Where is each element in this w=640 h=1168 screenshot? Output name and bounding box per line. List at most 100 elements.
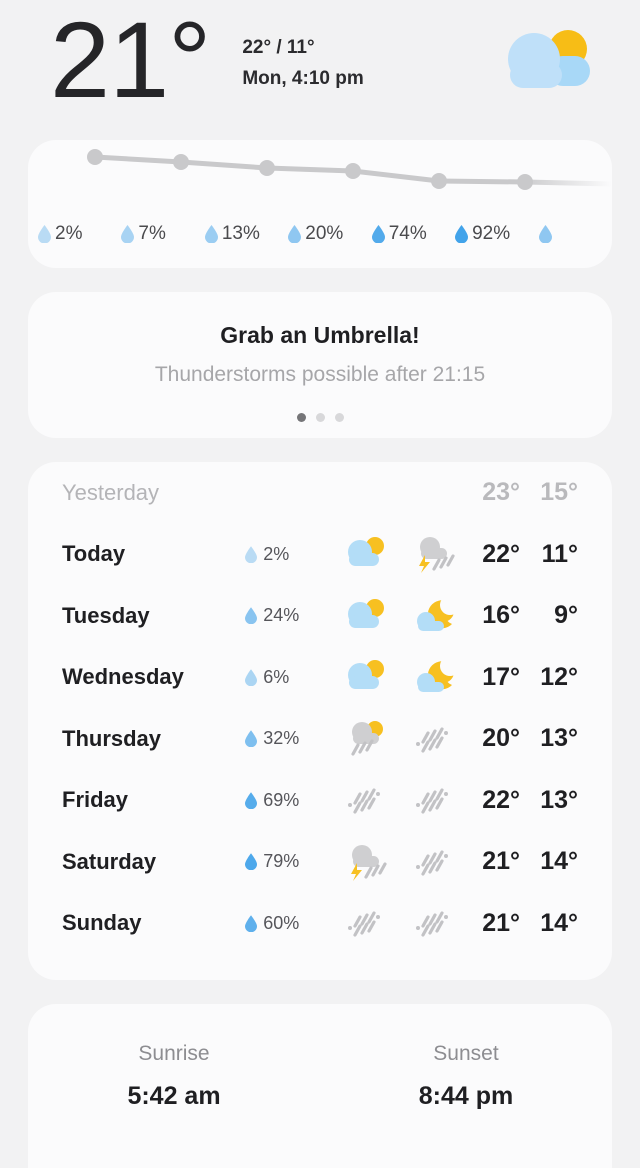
carousel-page-indicator[interactable] [28,387,612,422]
water-drop-icon [245,853,258,871]
rain-icon [416,788,448,814]
water-drop-icon [245,914,258,932]
water-drop-icon [245,791,258,809]
forecast-precipitation-value: 60% [263,912,300,933]
sunset-time: 8:44 pm [418,1082,514,1110]
hourly-precipitation-cell: 2% [28,223,111,245]
forecast-low-temp: 12° [540,662,578,691]
water-drop-icon [245,545,258,563]
sunrise-sunset-card[interactable]: Sunrise 5:42 am Sunset 8:44 pm [28,1004,612,1168]
forecast-precipitation-value: 24% [263,605,300,626]
water-drop-icon [245,607,258,625]
forecast-precipitation-value: 6% [263,666,290,687]
precipitation-value: 74% [388,223,427,244]
hourly-precipitation-cell: 20% [278,223,361,245]
forecast-row[interactable]: Thursday 32% 20° 13° [62,708,578,770]
water-drop-icon [371,225,385,243]
hourly-precipitation-cell [529,225,612,243]
forecast-low-temp: 14° [540,908,578,937]
partly-cloudy-night-icon [417,658,458,693]
forecast-precipitation-value: 2% [263,543,290,564]
water-drop-icon [455,225,469,243]
forecast-day-label: Saturday [62,848,157,874]
forecast-high-temp: 20° [482,724,520,753]
forecast-precipitation-value: 69% [263,789,300,810]
forecast-temperatures: 22° 13° [458,786,578,815]
forecast-condition-icons [342,720,458,758]
forecast-temperatures: 22° 11° [458,540,578,569]
current-summary: 22° / 11° Mon, 4:10 pm [242,32,363,95]
day-and-time: Mon, 4:10 pm [242,68,364,90]
rain-icon [416,850,448,876]
forecast-condition-icons [342,843,458,881]
water-drop-icon [288,225,302,243]
water-drop-icon [121,225,135,243]
rain-icon [348,788,380,814]
thunderstorm-icon [419,537,455,574]
carousel-dot[interactable] [296,413,306,422]
forecast-high-temp: 23° [482,478,520,507]
forecast-row[interactable]: Friday 69% 22° 13° [62,770,578,832]
hourly-precipitation-row: 2% 7% 13% 20% 74% 92% [28,214,612,254]
forecast-row[interactable]: Today 2% 22° 11° [62,524,578,586]
forecast-temperatures: 20° 13° [458,724,578,753]
carousel-dot[interactable] [334,413,344,422]
forecast-high-temp: 17° [482,662,520,691]
hourly-precipitation-cell: 74% [362,223,445,245]
forecast-precipitation: 79% [245,851,342,872]
forecast-high-temp: 16° [482,601,520,630]
forecast-day-label: Wednesday [62,664,184,690]
forecast-day-label: Yesterday [62,479,160,505]
alert-title: Grab an Umbrella! [220,322,420,348]
forecast-precipitation-value: 32% [263,728,300,749]
hourly-precipitation-cell: 92% [445,223,528,245]
forecast-row[interactable]: Yesterday 23° 15° [62,462,578,524]
thunderstorm-icon [351,844,387,881]
forecast-high-temp: 22° [482,785,520,814]
forecast-precipitation: 24% [245,605,342,626]
rain-icon [416,911,448,937]
partly-cloudy-day-icon [348,537,384,567]
hourly-precipitation-cell: 7% [111,223,194,245]
forecast-row[interactable]: Sunday 60% 21° 14° [62,893,578,955]
partly-cloudy-night-icon [417,596,458,631]
forecast-day-label: Today [62,541,126,567]
forecast-precipitation: 60% [245,913,342,934]
forecast-row[interactable]: Wednesday 6% 17° 12° [62,647,578,709]
forecast-low-temp: 11° [541,539,578,568]
forecast-low-temp: 13° [540,785,578,814]
forecast-precipitation: 6% [245,667,342,688]
current-temperature: 21° [50,0,211,120]
high-low-temperature: 22° / 11° [242,37,315,58]
forecast-temperatures: 17° 12° [458,663,578,692]
forecast-low-temp: 14° [540,847,578,876]
precipitation-value: 92% [472,223,511,244]
forecast-temperatures: 23° 15° [458,478,578,507]
rain-icon [348,911,380,937]
forecast-day-label: Thursday [62,725,162,751]
forecast-high-temp: 22° [482,539,520,568]
forecast-condition-icons [342,904,458,942]
forecast-temperatures: 21° 14° [458,847,578,876]
forecast-row[interactable]: Saturday 79% 21° 14° [62,831,578,893]
water-drop-icon [538,225,552,243]
weather-alert-card[interactable]: Grab an Umbrella! Thunderstorms possible… [28,292,612,438]
forecast-condition-icons [342,658,458,696]
sunrise-time: 5:42 am [127,1082,221,1110]
water-drop-icon [245,668,258,686]
forecast-day-label: Sunday [62,910,142,936]
weather-screen: 21° 22° / 11° Mon, 4:10 pm 2% 7% 13% 20%… [0,0,640,1168]
water-drop-icon [245,730,258,748]
rain-icon [416,727,448,753]
temperature-trend-chart [87,149,612,190]
water-drop-icon [38,225,51,243]
forecast-temperatures: 16° 9° [458,601,578,630]
water-drop-icon [204,225,218,243]
sunrise-column: Sunrise 5:42 am [28,1042,320,1111]
carousel-dot[interactable] [315,413,325,422]
precipitation-value: 7% [138,223,166,244]
forecast-row[interactable]: Tuesday 24% 16° 9° [62,585,578,647]
precipitation-value: 13% [221,223,260,244]
hourly-forecast-card[interactable]: 2% 7% 13% 20% 74% 92% [28,140,612,268]
current-weather-header: 21° 22° / 11° Mon, 4:10 pm [0,0,640,130]
